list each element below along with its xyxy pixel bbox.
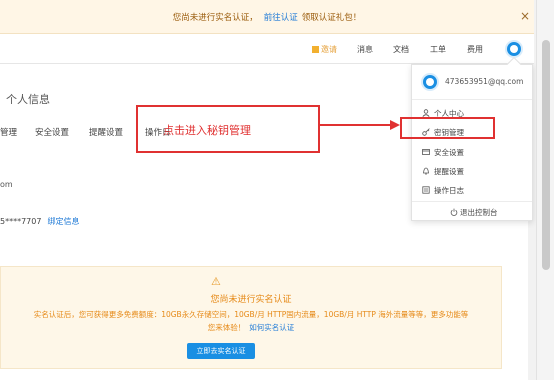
menu-item-reminder-settings[interactable]: 提醒设置	[412, 163, 532, 180]
phone-value: 5****7707	[0, 217, 42, 226]
verify-text: 实名认证后，您可获得更多免费额度：10GB永久存储空间，10GB/月 HTTP国…	[31, 308, 471, 334]
scrollbar[interactable]	[536, 0, 554, 380]
menu-item-label: 提醒设置	[434, 167, 464, 176]
page-title: 个人信息	[6, 93, 50, 106]
top-header: 邀请 消息 文档 工单 费用	[0, 34, 534, 64]
gift-icon	[312, 46, 319, 53]
notice-verify-link[interactable]: 前往认证	[264, 13, 298, 23]
menu-item-security-settings[interactable]: 安全设置	[412, 144, 532, 161]
nav-docs[interactable]: 文档	[393, 44, 409, 55]
annotation-text: 点击进入秘钥管理	[163, 124, 251, 137]
menu-item-label: 安全设置	[434, 148, 464, 157]
user-email: 473653951@qq.com	[445, 77, 524, 86]
bind-info-link[interactable]: 绑定信息	[47, 217, 79, 226]
power-icon	[450, 208, 458, 216]
avatar[interactable]	[505, 40, 523, 58]
nav-messages[interactable]: 消息	[357, 44, 373, 55]
notice-text: 您尚未进行实名认证，	[172, 13, 258, 23]
nav-invite[interactable]: 邀请	[312, 44, 337, 55]
user-icon	[422, 109, 430, 117]
menu-item-label: 退出控制台	[460, 208, 498, 217]
divider	[412, 99, 532, 100]
verify-title: 您尚未进行实名认证	[210, 295, 292, 305]
notice-gift-text: 领取认证礼包！	[301, 13, 362, 23]
menu-item-operation-log[interactable]: 操作日志	[412, 182, 532, 199]
divider	[412, 201, 532, 202]
arrow-right-icon	[320, 120, 400, 130]
menu-item-logout[interactable]: 退出控制台	[412, 204, 532, 221]
user-dropdown: 473653951@qq.com 个人中心 密钥管理 安全设置 提醒设置 操作日…	[411, 56, 533, 221]
notice-message: 您尚未进行实名认证， 前往认证 领取认证礼包！	[0, 11, 534, 23]
log-icon	[422, 186, 430, 194]
close-icon[interactable]: ×	[520, 9, 530, 23]
email-fragment: om	[0, 180, 13, 189]
verify-card: ⚠ 您尚未进行实名认证 实名认证后，您可获得更多免费额度：10GB永久存储空间，…	[0, 266, 502, 369]
verify-howto-link[interactable]: 如何实名认证	[249, 323, 294, 332]
notice-bar: 您尚未进行实名认证， 前往认证 领取认证礼包！ ×	[0, 0, 534, 34]
verify-now-button[interactable]: 立即去实名认证	[187, 343, 255, 359]
nav-invite-label: 邀请	[321, 45, 337, 54]
card-icon	[422, 148, 430, 156]
phone-row: 5****7707 绑定信息	[0, 216, 79, 227]
tab-management[interactable]: 管理	[0, 126, 17, 138]
tab-security[interactable]: 安全设置	[35, 126, 69, 138]
nav-ticket[interactable]: 工单	[430, 44, 446, 55]
dropdown-user: 473653951@qq.com	[421, 71, 526, 93]
scrollbar-thumb[interactable]	[542, 40, 550, 270]
tab-reminder[interactable]: 提醒设置	[89, 126, 123, 138]
annotation-highlight-box	[400, 117, 495, 139]
nav-fees[interactable]: 费用	[467, 44, 483, 55]
warning-triangle-icon: ⚠	[211, 275, 221, 288]
avatar	[421, 73, 439, 91]
menu-item-label: 操作日志	[434, 186, 464, 195]
bell-icon	[422, 167, 430, 175]
